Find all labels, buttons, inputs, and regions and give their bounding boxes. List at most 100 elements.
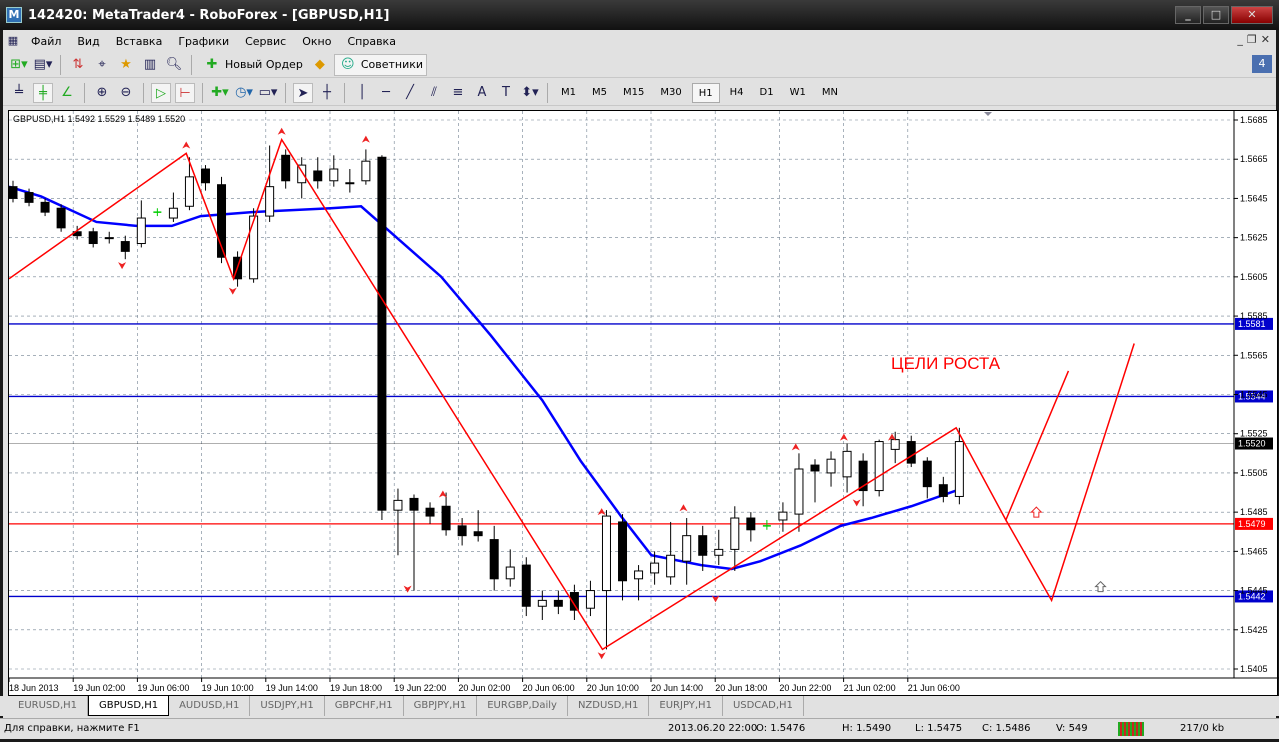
new-chart-icon[interactable]: ⊞▾ — [9, 55, 29, 75]
chart-tab[interactable]: EURGBP,Daily — [477, 696, 568, 716]
candle-body — [666, 554, 676, 578]
candle-body — [377, 156, 387, 511]
maximize-button[interactable]: □ — [1203, 6, 1229, 24]
profiles-icon[interactable]: ▤▾ — [33, 55, 53, 75]
candle-body — [168, 207, 178, 219]
price-chart[interactable]: 1.5581 1.5544 1.5442 1.5479 1.5520 1.5685 1.56… — [8, 110, 1279, 697]
notifications-badge[interactable]: 4 — [1252, 55, 1272, 73]
zoom-out-icon[interactable]: ⊖ — [116, 83, 136, 103]
time-tick-label: 19 Jun 22:00 — [394, 683, 446, 693]
indicators-icon[interactable]: ✚▾ — [210, 83, 230, 103]
experts-icon: ☺ — [341, 56, 355, 72]
navigator-icon[interactable]: ⌖ — [92, 55, 112, 75]
templates-icon[interactable]: ▭▾ — [258, 83, 278, 103]
favorites-icon[interactable]: ★ — [116, 55, 136, 75]
chart-tab[interactable]: EURUSD,H1 — [8, 696, 89, 716]
status-help: Для справки, нажмите F1 — [4, 723, 140, 734]
menu-charts[interactable]: Графики — [170, 35, 237, 48]
candle-body — [9, 186, 18, 199]
candle-body — [746, 517, 756, 531]
minimize-button[interactable]: _ — [1175, 6, 1201, 24]
menu-view[interactable]: Вид — [69, 35, 107, 48]
periods-icon[interactable]: ◷▾ — [234, 83, 254, 103]
chart-tab[interactable]: NZDUSD,H1 — [568, 696, 650, 716]
candle-body — [281, 154, 291, 182]
zoom-in-icon[interactable]: ⊕ — [92, 83, 112, 103]
horizontal-line-icon[interactable]: ─ — [376, 83, 396, 103]
candle-body — [553, 599, 563, 607]
crosshair-icon[interactable]: ┼ — [317, 83, 337, 103]
menu-file[interactable]: Файл — [23, 35, 69, 48]
chart-tab[interactable]: AUDUSD,H1 — [169, 696, 251, 716]
autoscroll-icon[interactable]: ▷ — [151, 82, 171, 103]
line-chart-icon[interactable]: ∠ — [57, 83, 77, 103]
trendline-icon[interactable]: ╱ — [400, 83, 420, 103]
close-button[interactable]: ✕ — [1231, 6, 1273, 24]
text-icon[interactable]: A — [472, 83, 492, 103]
market-watch-icon[interactable]: ⇅ — [68, 55, 88, 75]
cursor-icon[interactable]: ➤ — [293, 82, 313, 103]
growth-targets-annotation[interactable]: ЦЕЛИ РОСТА — [891, 354, 1001, 373]
candlestick-icon[interactable]: ╪ — [33, 82, 53, 103]
candle-body — [730, 517, 740, 550]
menu-insert[interactable]: Вставка — [108, 35, 171, 48]
vertical-line-icon[interactable]: │ — [352, 83, 372, 103]
menu-help[interactable]: Справка — [339, 35, 403, 48]
chart-tab[interactable]: USDCAD,H1 — [723, 696, 804, 716]
arrows-icon[interactable]: ⬍▾ — [520, 83, 540, 103]
mdi-close-icon[interactable]: ✕ — [1261, 33, 1270, 46]
candle-body — [56, 207, 66, 229]
terminal-icon[interactable]: ▥ — [140, 55, 160, 75]
candle-body — [265, 186, 275, 217]
candle-body — [618, 521, 628, 582]
menu-tools[interactable]: Сервис — [237, 35, 294, 48]
separator — [191, 54, 192, 75]
candle-body — [938, 484, 948, 497]
equidistant-channel-icon[interactable]: ⫽ — [424, 83, 444, 103]
alert-icon[interactable]: ◆ — [310, 55, 330, 75]
timeframe-m30[interactable]: M30 — [654, 83, 687, 103]
chart-canvas[interactable]: 1.55811.55441.54421.54791.55201.56851.56… — [9, 111, 1279, 697]
mdi-restore-icon[interactable]: ❐ — [1247, 33, 1257, 46]
timeframe-h4[interactable]: H4 — [724, 83, 750, 103]
chart-window-icon[interactable]: ▦ — [3, 31, 23, 51]
timeframe-h1[interactable]: H1 — [691, 82, 720, 103]
candle-body — [184, 176, 194, 207]
candle-body — [249, 215, 259, 280]
chart-tab[interactable]: GBPUSD,H1 — [88, 696, 170, 716]
chart-tab[interactable]: GBPCHF,H1 — [325, 696, 404, 716]
chart-tab[interactable]: USDJPY,H1 — [250, 696, 325, 716]
chart-tab[interactable]: GBPJPY,H1 — [404, 696, 478, 716]
timeframe-mn[interactable]: MN — [816, 83, 844, 103]
timeframe-m5[interactable]: M5 — [586, 83, 613, 103]
status-bar: Для справки, нажмите F1 2013.06.20 22:00… — [0, 718, 1279, 739]
timeframe-d1[interactable]: D1 — [754, 83, 780, 103]
candle-body — [136, 217, 146, 245]
candle-body — [698, 535, 708, 556]
candle-body — [425, 507, 435, 517]
menu-window[interactable]: Окно — [294, 35, 339, 48]
chart-shift-icon[interactable]: ⊢ — [175, 82, 195, 103]
candle-body — [409, 497, 419, 511]
experts-button[interactable]: ☺ Советники — [333, 53, 428, 76]
text-label-icon[interactable]: T — [496, 83, 516, 103]
chart-tabs: EURUSD,H1 GBPUSD,H1 AUDUSD,H1 USDJPY,H1 GBPC… — [0, 696, 1279, 716]
strategy-tester-icon[interactable]: 🔍︎ — [164, 55, 184, 75]
price-tick-label: 1.5645 — [1240, 193, 1268, 203]
candle-body — [922, 460, 932, 488]
candle-body — [521, 564, 531, 607]
new-order-button[interactable]: ✚ Новый Ордер — [199, 54, 306, 76]
fibonacci-icon[interactable]: ≡ — [448, 83, 468, 103]
timeframe-w1[interactable]: W1 — [784, 83, 812, 103]
mdi-minimize-icon[interactable]: _ — [1237, 33, 1243, 46]
timeframe-m1[interactable]: M1 — [555, 83, 582, 103]
time-tick-label: 18 Jun 2013 — [9, 683, 59, 693]
candle-body — [473, 531, 483, 537]
price-tick-label: 1.5545 — [1240, 389, 1268, 399]
time-tick-label: 19 Jun 18:00 — [330, 683, 382, 693]
timeframe-m15[interactable]: M15 — [617, 83, 650, 103]
bar-chart-icon[interactable]: ╧ — [9, 83, 29, 103]
chart-tab[interactable]: EURJPY,H1 — [649, 696, 723, 716]
menu-bar: ▦ Файл Вид Вставка Графики Сервис Окно С… — [3, 30, 1276, 52]
fractal-up-arrow — [361, 135, 370, 143]
